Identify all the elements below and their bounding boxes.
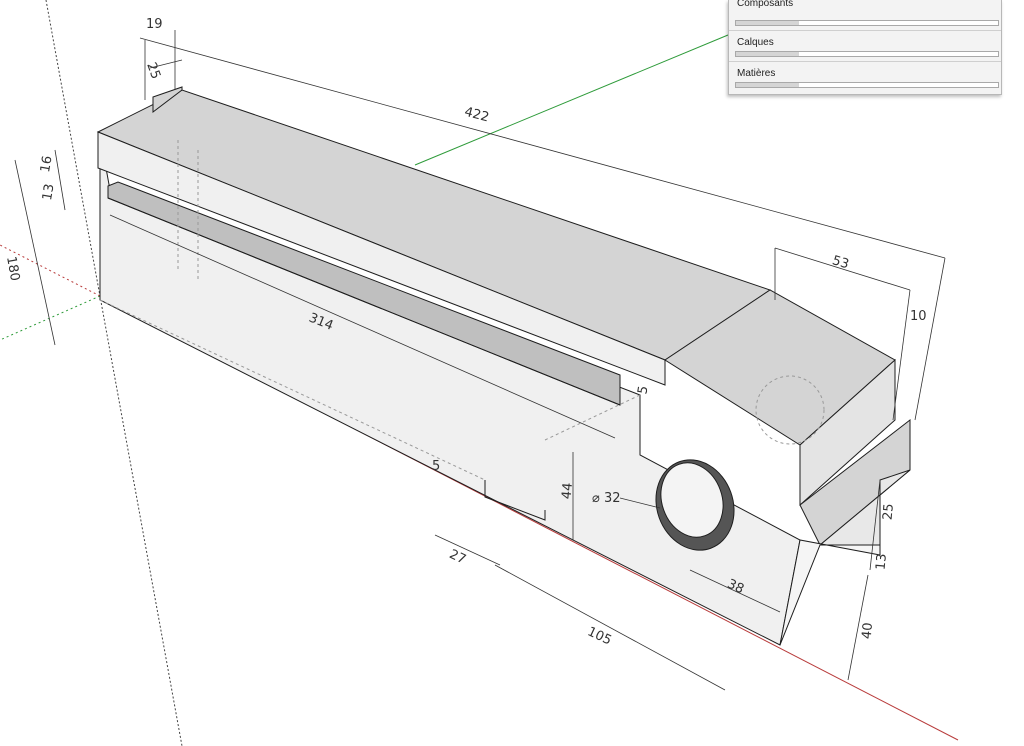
tray-scrollbar[interactable] <box>735 82 999 88</box>
tray-label: Calques <box>737 37 774 48</box>
tray-row-composants[interactable]: Composants <box>729 0 1001 31</box>
viewport-edge <box>1000 0 1024 746</box>
dim-25b: 25 <box>881 503 897 521</box>
tray-scrollbar[interactable] <box>735 51 999 57</box>
tray-scrollbar[interactable] <box>735 20 999 26</box>
dim-53: 53 <box>830 253 850 272</box>
tray-row-calques[interactable]: Calques <box>729 31 1001 62</box>
tray-label: Composants <box>737 0 794 9</box>
dim-422: 422 <box>463 105 491 126</box>
tray-panel: Composants Calques Matières <box>728 0 1002 95</box>
modeling-viewport[interactable]: 19 25 422 16 13 180 314 53 10 5 5 ⌀ 32 4… <box>0 0 1024 746</box>
model-drawing: 19 25 422 16 13 180 314 53 10 5 5 ⌀ 32 4… <box>0 0 959 746</box>
dim-13b: 13 <box>874 553 890 571</box>
dim-44: 44 <box>560 482 576 500</box>
dim-40: 40 <box>860 622 876 640</box>
dim-10: 10 <box>910 309 927 324</box>
dim-32: ⌀ 32 <box>592 491 621 506</box>
dim-27: 27 <box>447 547 468 568</box>
dim-5: 5 <box>635 385 651 396</box>
dim-5b: 5 <box>432 459 440 474</box>
dim-180: 180 <box>3 255 22 282</box>
dim-13: 13 <box>40 183 58 202</box>
dim-19: 19 <box>146 17 163 32</box>
dim-105: 105 <box>585 624 614 648</box>
tray-label: Matières <box>737 68 776 79</box>
dim-25: 25 <box>143 61 163 82</box>
tray-row-matieres[interactable]: Matières <box>729 62 1001 92</box>
dim-16: 16 <box>38 155 56 174</box>
part-body[interactable] <box>96 86 911 646</box>
